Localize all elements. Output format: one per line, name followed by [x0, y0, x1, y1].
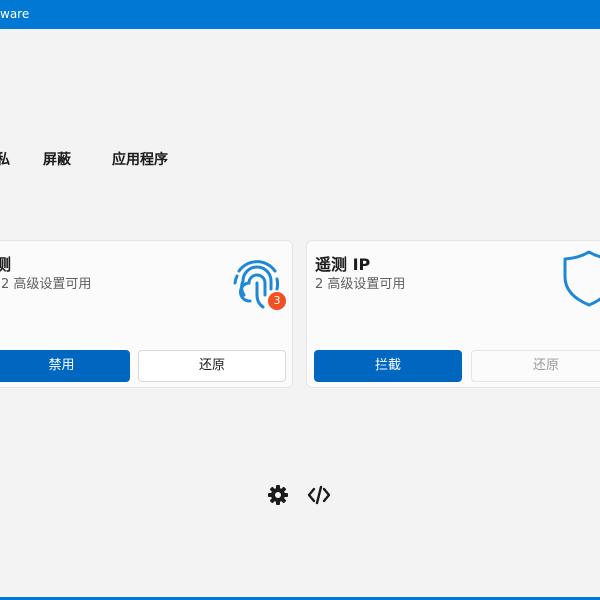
code-icon[interactable]: [307, 483, 331, 507]
card-title: 测: [0, 255, 12, 274]
shield-icon: [559, 247, 600, 309]
disable-button[interactable]: 禁用: [0, 350, 130, 382]
block-button[interactable]: 拦截: [314, 350, 462, 382]
card-subtitle: 2 高级设置可用: [315, 277, 406, 292]
app-window: ware 私 屏蔽 应用程序 测 2 高级设置可用 3 禁用 还原 遥测 IP …: [0, 0, 600, 600]
tab-blocking[interactable]: 屏蔽: [43, 149, 71, 169]
telemetry-ip-card: 遥测 IP 2 高级设置可用 拦截 还原: [306, 240, 600, 388]
restore-button[interactable]: 还原: [138, 350, 286, 382]
window-title: ware: [0, 7, 30, 21]
notification-badge: 3: [267, 291, 287, 311]
gear-icon[interactable]: [266, 483, 290, 507]
restore-button-disabled: 还原: [471, 350, 600, 382]
telemetry-card: 测 2 高级设置可用 3 禁用 还原: [0, 240, 293, 388]
card-title: 遥测 IP: [315, 255, 371, 274]
title-bar[interactable]: ware: [0, 0, 600, 29]
tab-privacy[interactable]: 私: [0, 149, 10, 169]
tab-apps[interactable]: 应用程序: [112, 149, 168, 169]
card-subtitle: 2 高级设置可用: [1, 277, 92, 292]
